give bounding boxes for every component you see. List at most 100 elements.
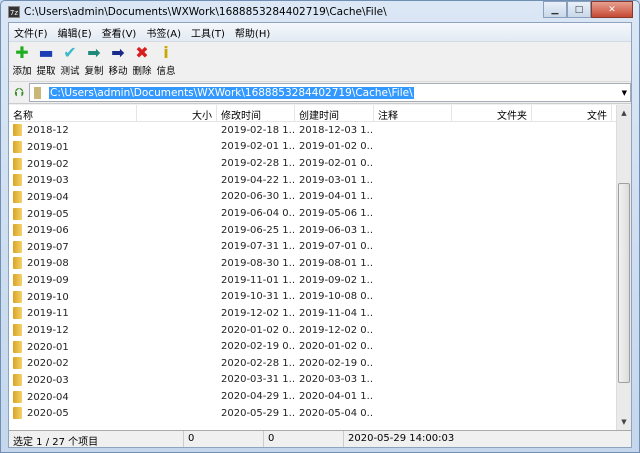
window-title: C:\Users\admin\Documents\WXWork\16888532…: [24, 5, 387, 18]
up-folder-button[interactable]: ⮉: [9, 85, 29, 100]
folder-icon: [13, 340, 22, 353]
menu-item[interactable]: 文件(F): [9, 25, 53, 40]
created-cell: 2020-04-01 1...: [299, 391, 374, 403]
minus-icon: ▬: [38, 43, 54, 62]
check-icon: ✔: [63, 43, 77, 62]
created-cell: 2019-06-03 1...: [299, 224, 374, 236]
table-row[interactable]: 2019-09 2019-11-01 1... 2019-09-02 1...: [9, 272, 631, 289]
folder-name: 2020-05: [27, 408, 69, 420]
scroll-up-icon[interactable]: ▲: [617, 105, 631, 121]
table-row[interactable]: 2019-01 2019-02-01 1... 2019-01-02 0...: [9, 139, 631, 156]
toolbar-button-minus[interactable]: ▬ 提取: [34, 42, 58, 81]
folder-name: 2019-11: [27, 308, 69, 320]
status-size: 0: [184, 431, 264, 447]
column-header[interactable]: 创建时间: [295, 105, 374, 121]
created-cell: 2018-12-03 1...: [299, 124, 374, 136]
title-bar: 7z C:\Users\admin\Documents\WXWork\16888…: [1, 1, 639, 22]
table-row[interactable]: 2019-08 2019-08-30 1... 2019-08-01 1...: [9, 255, 631, 272]
table-row[interactable]: 2020-02 2020-02-28 1... 2020-02-19 0...: [9, 355, 631, 372]
modified-cell: 2019-08-30 1...: [221, 257, 295, 269]
column-header[interactable]: 文件夹: [452, 105, 532, 121]
menu-item[interactable]: 帮助(H): [230, 25, 275, 40]
created-cell: 2020-03-03 1...: [299, 374, 374, 386]
toolbar-button-check[interactable]: ✔ 测试: [58, 42, 82, 81]
minimize-button[interactable]: ▁: [543, 1, 567, 18]
name-cell: 2019-09: [9, 274, 137, 287]
name-cell: 2020-05: [9, 407, 137, 420]
modified-cell: 2019-02-01 1...: [221, 141, 295, 153]
window: 7z C:\Users\admin\Documents\WXWork\16888…: [0, 0, 640, 453]
folder-name: 2019-03: [27, 175, 69, 187]
name-cell: 2019-11: [9, 307, 137, 320]
folder-name: 2019-07: [27, 241, 69, 253]
folder-name: 2020-03: [27, 374, 69, 386]
modified-cell: 2020-04-29 1...: [221, 391, 295, 403]
name-cell: 2019-03: [9, 174, 137, 187]
table-row[interactable]: 2020-04 2020-04-29 1... 2020-04-01 1...: [9, 388, 631, 405]
modified-cell: 2020-01-02 0...: [221, 324, 295, 336]
toolbar-button-copy-arrow[interactable]: ➡ 复制: [82, 42, 106, 81]
modified-cell: 2020-03-31 1...: [221, 374, 295, 386]
menu-item[interactable]: 查看(V): [97, 25, 142, 40]
table-row[interactable]: 2020-01 2020-02-19 0... 2020-01-02 0...: [9, 338, 631, 355]
column-header[interactable]: 注释: [374, 105, 452, 121]
name-cell: 2020-03: [9, 373, 137, 386]
modified-cell: 2019-12-02 1...: [221, 307, 295, 319]
table-row[interactable]: 2020-05 2020-05-29 1... 2020-05-04 0...: [9, 405, 631, 422]
menu-bar: 文件(F) 编辑(E) 查看(V) 书签(A) 工具(T) 帮助(H): [9, 23, 631, 42]
folder-icon: [13, 207, 22, 220]
vertical-scrollbar[interactable]: ▲ ▼: [616, 105, 631, 430]
maximize-button[interactable]: □: [567, 1, 591, 18]
close-button[interactable]: ✕: [591, 1, 633, 18]
modified-cell: 2020-02-28 1...: [221, 357, 295, 369]
table-row[interactable]: 2019-03 2019-04-22 1... 2019-03-01 1...: [9, 172, 631, 189]
name-cell: 2020-02: [9, 357, 137, 370]
column-header[interactable]: 大小: [137, 105, 217, 121]
column-header[interactable]: 名称: [9, 105, 137, 121]
created-cell: 2019-08-01 1...: [299, 257, 374, 269]
toolbar-button-delete-x[interactable]: ✖ 删除: [130, 42, 154, 81]
table-row[interactable]: 2019-04 2020-06-30 1... 2019-04-01 1...: [9, 189, 631, 206]
toolbar-button-info[interactable]: i 信息: [154, 42, 178, 81]
address-path[interactable]: C:\Users\admin\Documents\WXWork\16888532…: [49, 86, 414, 99]
column-header[interactable]: 文件: [532, 105, 612, 121]
modified-cell: 2019-02-18 1...: [221, 124, 295, 136]
toolbar-button-move-arrow[interactable]: ➡ 移动: [106, 42, 130, 81]
status-bar: 选定 1 / 27 个项目 0 0 2020-05-29 14:00:03: [9, 430, 631, 448]
info-icon: i: [163, 43, 169, 62]
modified-cell: 2020-02-19 0...: [221, 341, 295, 353]
folder-name: 2020-02: [27, 358, 69, 370]
table-row[interactable]: 2019-06 2019-06-25 1... 2019-06-03 1...: [9, 222, 631, 239]
scroll-thumb[interactable]: [618, 183, 630, 383]
name-cell: 2019-06: [9, 224, 137, 237]
menu-item[interactable]: 工具(T): [186, 25, 230, 40]
name-cell: 2018-12: [9, 124, 137, 137]
toolbar: ✚ 添加 ▬ 提取 ✔ 测试 ➡ 复制 ➡ 移动 ✖ 删除 i 信息: [9, 42, 631, 82]
toolbar-button-plus[interactable]: ✚ 添加: [10, 42, 34, 81]
column-header[interactable]: 修改时间: [217, 105, 295, 121]
menu-item[interactable]: 编辑(E): [53, 25, 97, 40]
created-cell: 2019-02-01 0...: [299, 158, 374, 170]
address-input[interactable]: C:\Users\admin\Documents\WXWork\16888532…: [29, 83, 631, 102]
table-row[interactable]: 2019-07 2019-07-31 1... 2019-07-01 0...: [9, 238, 631, 255]
status-packed: 0: [264, 431, 344, 447]
scroll-down-icon[interactable]: ▼: [617, 414, 631, 430]
created-cell: 2020-02-19 0...: [299, 357, 374, 369]
table-row[interactable]: 2019-11 2019-12-02 1... 2019-11-04 1...: [9, 305, 631, 322]
folder-name: 2020-04: [27, 391, 69, 403]
folder-icon: [13, 190, 22, 203]
name-cell: 2019-12: [9, 324, 137, 336]
folder-name: 2019-05: [27, 208, 69, 220]
table-row[interactable]: 2018-12 2019-02-18 1... 2018-12-03 1...: [9, 122, 631, 139]
table-row[interactable]: 2020-03 2020-03-31 1... 2020-03-03 1...: [9, 372, 631, 389]
table-row[interactable]: 2019-12 2020-01-02 0... 2019-12-02 0...: [9, 322, 631, 339]
folder-icon: [13, 290, 22, 303]
folder-name: 2019-04: [27, 191, 69, 203]
table-row[interactable]: 2019-10 2019-10-31 1... 2019-10-08 0...: [9, 288, 631, 305]
table-row[interactable]: 2019-02 2019-02-28 1... 2019-02-01 0...: [9, 155, 631, 172]
menu-item[interactable]: 书签(A): [141, 25, 186, 40]
table-row[interactable]: 2019-05 2019-06-04 0... 2019-05-06 1...: [9, 205, 631, 222]
chevron-down-icon[interactable]: ▼: [622, 89, 627, 97]
created-cell: 2019-10-08 0...: [299, 291, 374, 303]
folder-icon: [13, 257, 22, 270]
